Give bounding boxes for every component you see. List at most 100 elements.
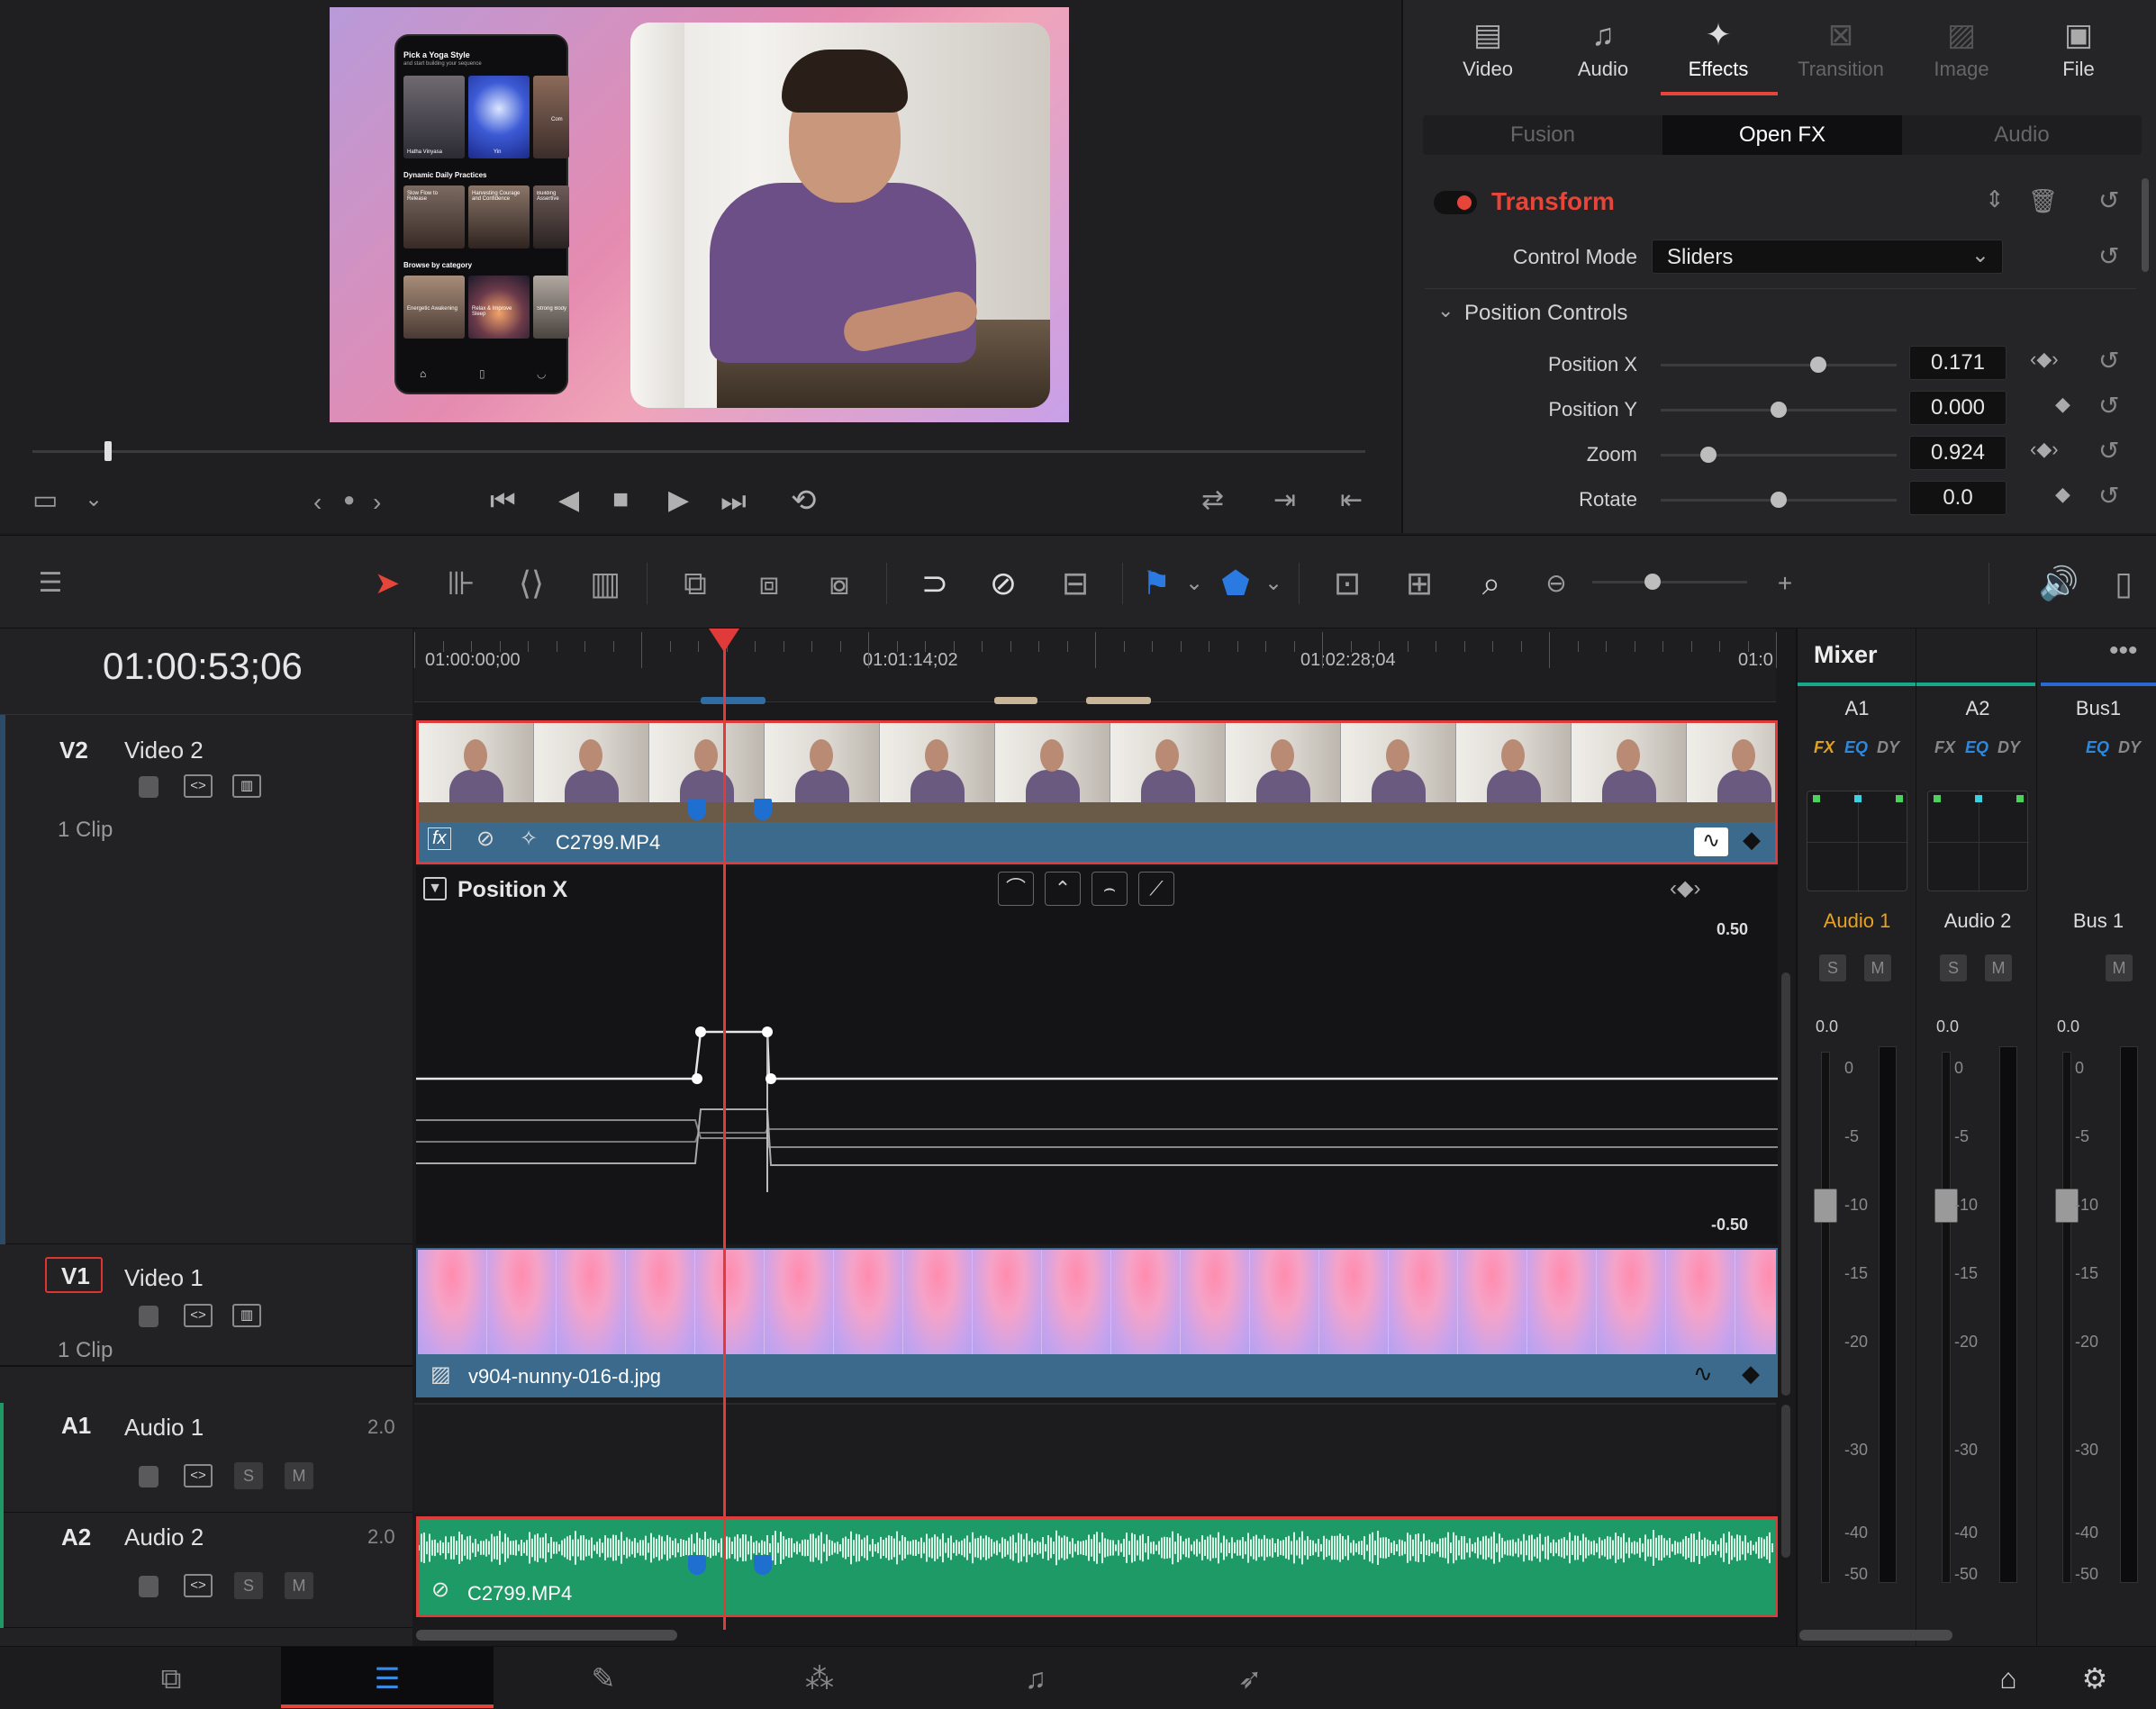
v1-auto-select-icon[interactable]: <> <box>184 1304 213 1327</box>
dynamic-trim-icon[interactable]: ⟨⟩ <box>506 561 557 606</box>
linked-selection-icon[interactable]: ⊘ <box>978 561 1028 606</box>
transform-overlay-icon[interactable]: ▭ <box>32 484 58 516</box>
group-collapse-icon[interactable]: ⌄ <box>1437 299 1454 322</box>
a1-lock-icon[interactable] <box>139 1466 159 1487</box>
v2-id[interactable]: V2 <box>59 737 88 764</box>
v1-enable-video-icon[interactable]: ▥ <box>232 1304 261 1327</box>
position-y-reset-icon[interactable]: ↺ <box>2098 391 2119 420</box>
mixer-0-dy[interactable]: DY <box>1877 738 1899 757</box>
jog-dot-icon[interactable]: ● <box>343 488 355 511</box>
reset-control-mode-icon[interactable]: ↺ <box>2098 241 2119 271</box>
mixer-1-fader-track[interactable] <box>1942 1052 1951 1583</box>
zoom-slider-knob[interactable] <box>1699 447 1717 463</box>
rotate-slider-knob[interactable] <box>1771 492 1787 508</box>
keyframe-toggle-icon[interactable]: ◆ <box>1743 826 1761 854</box>
position-y-keyframe-icon[interactable]: ◆ <box>2055 393 2070 416</box>
prev-edit-icon[interactable]: ⇤ <box>1340 484 1363 516</box>
position-x-slider[interactable] <box>1661 357 1897 373</box>
mixer-2-eq[interactable]: EQ <box>2086 738 2109 757</box>
rotate-slider[interactable] <box>1661 492 1897 508</box>
ruler-marker-blue[interactable] <box>701 697 765 704</box>
mixer-0-fader-track[interactable] <box>1821 1052 1830 1583</box>
control-mode-select[interactable]: Sliders ⌄ <box>1652 240 2003 274</box>
settings-gear-icon[interactable]: ⚙ <box>2068 1658 2122 1699</box>
zoom-out-icon[interactable]: ⊖ <box>1531 561 1581 606</box>
mixer-0-fx[interactable]: FX <box>1814 738 1834 757</box>
a2-clip-marker-1[interactable] <box>688 1555 706 1575</box>
a1-name[interactable]: Audio 1 <box>124 1414 204 1442</box>
a2-id[interactable]: A2 <box>61 1524 91 1551</box>
rotate-value[interactable]: 0.0 <box>1909 481 2007 515</box>
mixer-1-dy[interactable]: DY <box>1997 738 2020 757</box>
keyframe-curve-editor[interactable]: ▼ Position X ⌒ ⌃ ⌢ ⟋ ‹◆› 0.50 -0.50 <box>416 866 1778 1244</box>
go-to-start-icon[interactable]: ⏮ <box>490 484 516 519</box>
next-clip-icon[interactable]: › <box>373 488 381 517</box>
viewer-scrub-handle[interactable] <box>104 441 112 461</box>
trash-icon[interactable]: 🗑 <box>2028 187 2058 215</box>
curve-toggle-icon[interactable]: ∿ <box>1694 827 1728 856</box>
mixer-2-mute[interactable]: M <box>2106 954 2133 981</box>
v2-auto-select-icon[interactable]: <> <box>184 774 213 798</box>
mixer-1-mute[interactable]: M <box>1985 954 2012 981</box>
fairlight-page-icon[interactable]: ♫ <box>1009 1658 1063 1699</box>
stop-icon[interactable]: ■ <box>612 484 629 515</box>
blade-tool-icon[interactable]: ▥ <box>580 561 630 606</box>
tab-file[interactable]: ▣ File <box>2025 13 2133 81</box>
trim-tool-icon[interactable]: ⊪ <box>436 561 486 606</box>
mixer-2-fader-track[interactable] <box>2062 1052 2071 1583</box>
keyframe-point-2[interactable] <box>695 1026 706 1037</box>
timeline-v-scrollbar-2[interactable] <box>1781 1405 1790 1558</box>
transform-enable-toggle[interactable] <box>1434 191 1477 214</box>
mixer-0-mute[interactable]: M <box>1864 954 1891 981</box>
loop-icon[interactable]: ⟲ <box>791 483 817 519</box>
edit-page-icon[interactable]: ☰ <box>360 1658 414 1699</box>
mixer-1-eq[interactable]: EQ <box>1965 738 1988 757</box>
zoom-slider[interactable] <box>1661 447 1897 463</box>
playhead[interactable] <box>709 628 740 1630</box>
color-page-icon[interactable]: ⁂ <box>793 1658 847 1699</box>
insert-clip-icon[interactable]: ⧉ <box>670 561 720 606</box>
match-frame-icon[interactable]: ⇄ <box>1201 484 1224 516</box>
a2-lock-icon[interactable] <box>139 1576 159 1597</box>
timeline-h-scrollbar[interactable] <box>416 1630 677 1641</box>
reorder-icon[interactable]: ⇕ <box>1985 185 2005 213</box>
timeline-timecode[interactable]: 01:00:53;06 <box>103 645 303 688</box>
mixer-1-name[interactable]: Audio 2 <box>1918 909 2037 933</box>
v1-clip[interactable]: ▨ v904-nunny-016-d.jpg ∿ ◆ <box>416 1248 1778 1397</box>
timeline-ruler[interactable]: 01:00:00;00 01:01:14;02 01:02:28;04 01:0 <box>414 628 1777 704</box>
a2-clip[interactable]: ⊘ C2799.MP4 <box>416 1516 1778 1617</box>
ruler-marker-tan-1[interactable] <box>994 697 1037 704</box>
keyframe-point-3[interactable] <box>762 1026 773 1037</box>
timeline-v-scrollbar-1[interactable] <box>1781 972 1790 1396</box>
a2-name[interactable]: Audio 2 <box>124 1524 204 1551</box>
keyframe-point-4[interactable] <box>765 1073 776 1084</box>
reset-transform-icon[interactable]: ↺ <box>2098 185 2119 215</box>
v2-clip[interactable]: fx ⊘ ✧ C2799.MP4 ∿ ◆ <box>416 720 1778 864</box>
a2-mute-button[interactable]: M <box>285 1572 313 1599</box>
rotate-keyframe-icon[interactable]: ◆ <box>2055 483 2070 506</box>
mixer-2-name[interactable]: Bus 1 <box>2039 909 2156 933</box>
v2-clip-marker-1[interactable] <box>688 799 706 820</box>
v1-lock-icon[interactable] <box>139 1306 159 1327</box>
mixer-1-pan[interactable] <box>1927 791 2029 892</box>
v2-clip-marker-2[interactable] <box>754 799 772 820</box>
a1-auto-select-icon[interactable]: <> <box>184 1464 213 1487</box>
mixer-h-scrollbar[interactable] <box>1799 1630 1952 1641</box>
mixer-2-dy[interactable]: DY <box>2118 738 2141 757</box>
zoom-slider-knob[interactable] <box>1644 574 1661 590</box>
mixer-0-name[interactable]: Audio 1 <box>1798 909 1916 933</box>
v1-id[interactable]: V1 <box>61 1262 90 1290</box>
play-reverse-icon[interactable]: ◀ <box>558 484 579 516</box>
timeline-view-options-icon[interactable]: ☰ <box>25 561 76 606</box>
a1-solo-button[interactable]: S <box>234 1462 263 1489</box>
position-x-value[interactable]: 0.171 <box>1909 346 2007 380</box>
v1-keyframe-icon[interactable]: ◆ <box>1742 1360 1760 1388</box>
mixer-0-solo[interactable]: S <box>1819 954 1846 981</box>
speaker-icon[interactable]: 🔊 <box>2034 561 2084 606</box>
cut-page-icon[interactable]: ⧉ <box>144 1658 198 1699</box>
viewer-scrub-bar[interactable] <box>32 450 1365 453</box>
marker-dropdown-icon[interactable]: ⌄ <box>1248 561 1299 606</box>
v1-curve-icon[interactable]: ∿ <box>1693 1360 1713 1388</box>
position-controls-title[interactable]: Position Controls <box>1464 301 1627 326</box>
v2-name[interactable]: Video 2 <box>124 737 204 764</box>
